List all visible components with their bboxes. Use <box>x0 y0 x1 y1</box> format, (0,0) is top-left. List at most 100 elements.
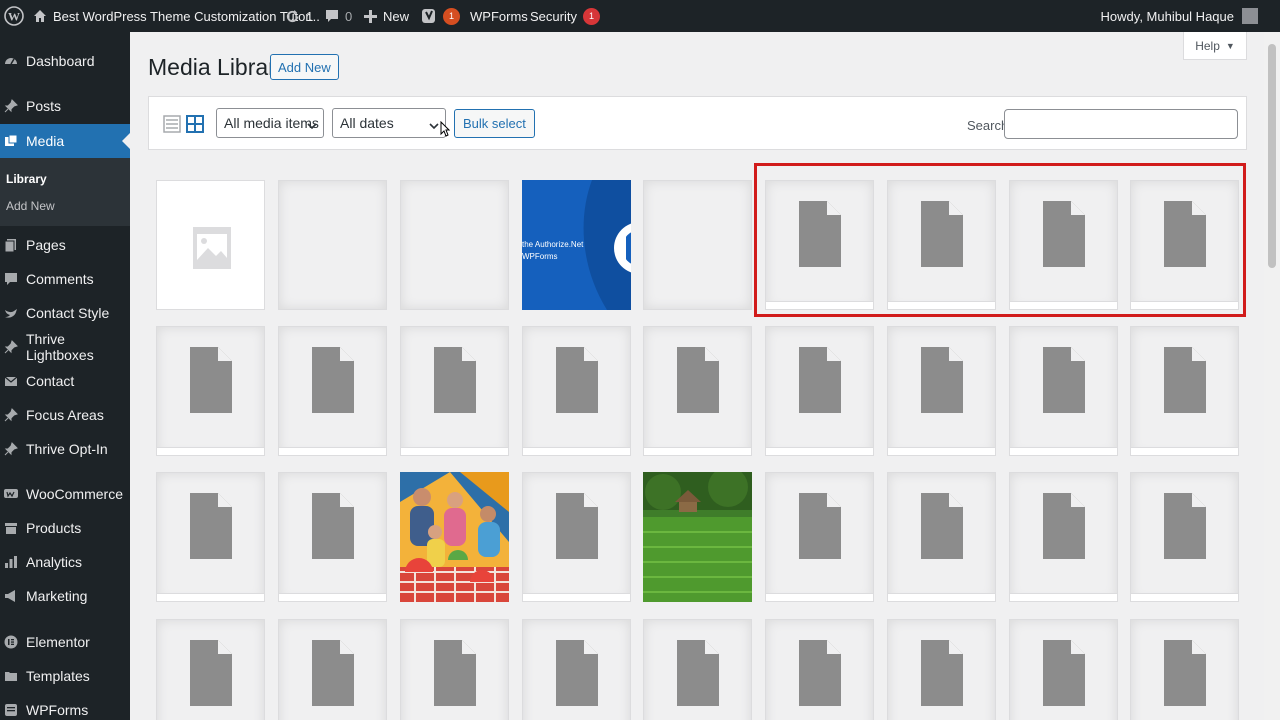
sidebar-item-templates[interactable]: Templates <box>0 659 130 693</box>
media-thumbnail-document[interactable] <box>522 619 631 720</box>
document-icon <box>434 347 476 418</box>
sidebar-item-media[interactable]: Media <box>0 124 130 158</box>
date-filter[interactable]: All dates <box>332 108 446 138</box>
media-thumbnail-document[interactable] <box>156 326 265 456</box>
sidebar-item-contact[interactable]: Contact <box>0 364 130 398</box>
search-input[interactable] <box>1004 109 1238 139</box>
admin-sidebar: Dashboard Posts Media Pages Comments Contact … <box>0 32 130 720</box>
media-thumbnail-document[interactable] <box>1009 326 1118 456</box>
scroll-thumb[interactable] <box>1268 44 1276 268</box>
media-thumbnail-document[interactable] <box>887 619 996 720</box>
media-thumbnail-blank[interactable] <box>278 180 387 310</box>
media-thumbnail-document[interactable] <box>887 326 996 456</box>
submenu-item-add-new[interactable]: Add New <box>6 199 55 213</box>
media-thumbnail-document[interactable] <box>522 472 631 602</box>
updates-link[interactable]: 1 <box>285 0 313 32</box>
date-filter-value: All dates <box>340 115 394 131</box>
media-toolbar: All media items All dates Bulk select Se… <box>148 96 1247 150</box>
sidebar-item-dashboard[interactable]: Dashboard <box>0 44 130 78</box>
media-thumbnail-document[interactable] <box>643 619 752 720</box>
media-thumbnail-document[interactable] <box>1130 472 1239 602</box>
media-type-filter[interactable]: All media items <box>216 108 324 138</box>
document-icon <box>921 640 963 711</box>
document-icon <box>190 347 232 418</box>
media-type-value: All media items <box>224 115 319 131</box>
wpforms-icon <box>4 703 18 717</box>
media-thumbnail-document[interactable] <box>887 472 996 602</box>
bulk-select-button[interactable]: Bulk select <box>454 109 535 138</box>
sidebar-item-posts[interactable]: Posts <box>0 89 130 123</box>
media-thumbnail-document[interactable] <box>1130 326 1239 456</box>
media-thumbnail-blank[interactable] <box>643 180 752 310</box>
media-thumbnail-document[interactable] <box>765 619 874 720</box>
media-thumbnail-document[interactable] <box>1130 619 1239 720</box>
help-tab[interactable]: Help ▼ <box>1183 32 1247 60</box>
plus-icon <box>364 9 377 23</box>
title-strip <box>279 447 386 455</box>
media-thumbnail-document[interactable] <box>278 619 387 720</box>
sidebar-item-focus-areas[interactable]: Focus Areas <box>0 398 130 432</box>
sidebar-item-products[interactable]: Products <box>0 511 130 545</box>
document-icon <box>556 347 598 418</box>
sidebar-item-label: Media <box>26 133 65 149</box>
media-thumbnail-document[interactable] <box>156 472 265 602</box>
media-thumbnail-photo-green-field[interactable] <box>643 472 752 602</box>
list-view-icon[interactable] <box>163 115 181 133</box>
media-thumbnail-document[interactable] <box>1009 619 1118 720</box>
media-thumbnail-document[interactable] <box>278 472 387 602</box>
highlight-box <box>754 163 1246 317</box>
media-thumbnail-image[interactable]: the Authorize.Net WPForms <box>522 180 631 310</box>
media-thumbnail-document[interactable] <box>643 326 752 456</box>
media-thumbnail-photo-family-picnic[interactable] <box>400 472 509 602</box>
family-picnic-photo <box>400 472 509 602</box>
my-account-link[interactable]: Howdy, Muhibul Haque <box>1101 0 1258 32</box>
yoast-link[interactable]: 1 <box>421 0 460 32</box>
sidebar-item-thrive-lightboxes[interactable]: Thrive Lightboxes <box>0 330 130 364</box>
elementor-icon <box>4 635 18 649</box>
sidebar-item-marketing[interactable]: Marketing <box>0 579 130 613</box>
media-submenu <box>0 158 130 226</box>
home-icon <box>33 9 47 23</box>
grid-view-icon[interactable] <box>186 115 204 133</box>
wordpress-logo-icon[interactable]: W <box>4 0 24 32</box>
submenu-item-library[interactable]: Library <box>6 172 47 186</box>
sidebar-item-elementor[interactable]: Elementor <box>0 625 130 659</box>
media-thumbnail-blank[interactable] <box>400 180 509 310</box>
sidebar-item-label: WPForms <box>26 702 89 718</box>
sidebar-item-pages[interactable]: Pages <box>0 228 130 262</box>
document-icon <box>799 640 841 711</box>
bar-chart-icon <box>4 555 18 569</box>
media-thumbnail-document[interactable] <box>400 619 509 720</box>
wpforms-link[interactable]: WPForms <box>470 0 528 32</box>
sidebar-item-woocommerce[interactable]: WooCommerce <box>0 477 130 511</box>
document-icon <box>1043 347 1085 418</box>
comments-link[interactable]: 0 <box>325 0 352 32</box>
sidebar-item-analytics[interactable]: Analytics <box>0 545 130 579</box>
media-thumbnail-document[interactable] <box>522 326 631 456</box>
site-name-link[interactable]: Best WordPress Theme Customization Tutor… <box>33 0 320 32</box>
security-link[interactable]: Security 1 <box>530 0 600 32</box>
chevron-down-icon <box>307 118 317 134</box>
media-thumbnail-document[interactable] <box>156 619 265 720</box>
media-thumbnail-document[interactable] <box>765 472 874 602</box>
refresh-icon <box>285 9 300 24</box>
page-title: Media Library <box>148 54 288 80</box>
sidebar-item-wpforms[interactable]: WPForms <box>0 693 130 720</box>
sidebar-item-comments[interactable]: Comments <box>0 262 130 296</box>
image-placeholder-icon <box>192 226 232 275</box>
media-thumbnail-document[interactable] <box>1009 472 1118 602</box>
document-icon <box>1043 493 1085 564</box>
title-strip <box>157 447 264 455</box>
new-content-link[interactable]: New <box>364 0 409 32</box>
sidebar-item-contact-style[interactable]: Contact Style <box>0 296 130 330</box>
security-badge: 1 <box>582 7 600 25</box>
add-new-button[interactable]: Add New <box>270 54 339 80</box>
sidebar-item-thrive-opt-in[interactable]: Thrive Opt-In <box>0 432 130 466</box>
media-thumbnail-image[interactable] <box>156 180 265 310</box>
page-scrollbar[interactable] <box>1264 32 1280 720</box>
title-strip <box>766 593 873 601</box>
media-thumbnail-document[interactable] <box>765 326 874 456</box>
media-thumbnail-document[interactable] <box>278 326 387 456</box>
media-thumbnail-document[interactable] <box>400 326 509 456</box>
woo-icon <box>4 487 18 501</box>
